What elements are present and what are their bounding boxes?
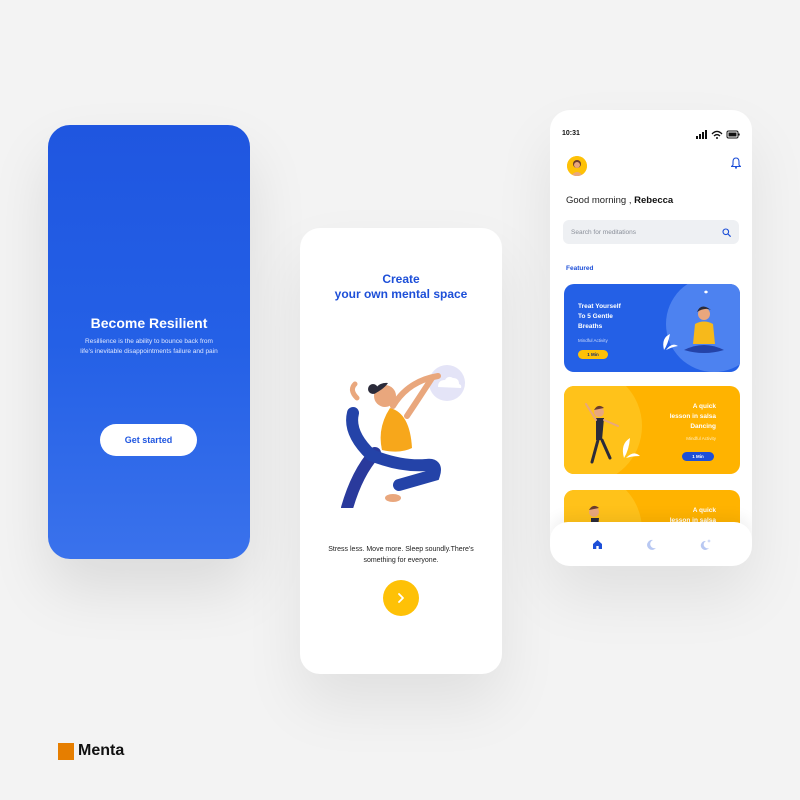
home-icon [592,539,602,549]
next-button[interactable] [383,580,419,616]
greeting-prefix: Good morning , [566,195,632,206]
search-input[interactable]: Search for meditations [563,220,739,244]
onboarding-title-line2: your own mental space [334,287,468,301]
onboarding-title: Create your own mental space [300,272,502,302]
status-time: 10:31 [562,130,580,137]
card-subtitle: Mindful Activity [578,338,608,343]
onboarding-screen: Create your own mental space Stress less… [300,228,502,674]
splash-screen: Become Resilient Resillience is the abil… [48,125,250,559]
featured-card-breaths[interactable]: Treat Yourself To 5 Gentle Breaths Mindf… [564,284,740,372]
battery-icon [726,130,740,139]
status-icons [696,130,740,139]
duration-button[interactable]: 1 Min [682,452,714,461]
get-started-button[interactable]: Get started [100,424,197,456]
splash-subtitle: Resillience is the ability to bounce bac… [80,338,218,355]
sparkle-moon-icon [700,538,711,550]
user-name: Rebecca [634,195,674,206]
onboarding-description: Stress less. Move more. Sleep soundly.Th… [328,546,474,564]
card-subtitle: Mindful Activity [686,436,716,441]
card-title: A quick lesson in salsa Dancing [669,403,716,430]
avatar[interactable] [567,156,587,176]
card-title: Treat Yourself To 5 Gentle Breaths [578,303,621,330]
brand-mark-icon [58,742,74,760]
tab-night[interactable] [698,537,712,551]
wifi-icon [711,130,723,139]
featured-card-salsa[interactable]: A quick lesson in salsa Dancing Mindful … [564,386,740,474]
tab-sleep[interactable] [644,537,658,551]
tab-home[interactable] [590,537,604,551]
bottom-tab-bar [550,522,752,566]
chevron-right-icon [398,593,404,603]
brand-name: Menta [78,742,125,759]
bell-icon[interactable] [731,157,741,169]
search-icon[interactable] [722,227,731,237]
yoga-illustration [341,365,465,508]
duration-button[interactable]: 1 Min [578,350,608,359]
user-avatar-icon [567,156,587,176]
featured-label: Featured [566,265,594,272]
splash-title: Become Resilient [90,315,208,331]
greeting: Good morning , Rebecca [566,195,673,206]
search-placeholder: Search for meditations [571,228,637,236]
moon-icon [646,539,656,550]
home-screen: 10:31 Good morning , Rebecca Search for … [550,110,752,566]
signal-icon [696,130,707,139]
brand-logo: Menta [58,742,124,760]
onboarding-title-line1: Create [382,272,420,286]
